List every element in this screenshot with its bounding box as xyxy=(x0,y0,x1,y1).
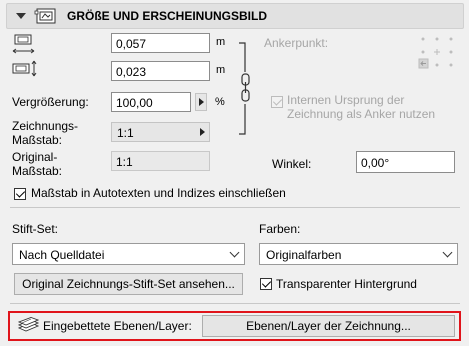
colors-value: Originalfarben xyxy=(266,248,342,262)
drawing-scale-value: 1:1 xyxy=(117,126,134,140)
embedded-layers-highlight: Eingebettete Ebenen/Layer: Ebenen/Layer … xyxy=(8,311,461,341)
divider xyxy=(10,303,460,304)
use-origin-label: Internen Ursprung der Zeichnung als Anke… xyxy=(287,93,435,121)
checkmark-icon xyxy=(15,188,26,198)
height-icon xyxy=(12,60,38,81)
use-origin-checkbox[interactable] xyxy=(271,96,283,108)
drawing-layers-button[interactable]: Ebenen/Layer der Zeichnung... xyxy=(202,315,455,337)
original-scale-label: Original- Maßstab: xyxy=(12,150,62,178)
original-scale-label-line1: Original- xyxy=(12,150,58,164)
pen-set-value: Nach Quelldatei xyxy=(19,248,105,262)
scale-in-autotext-label: Maßstab in Autotexten und Indizes einsch… xyxy=(31,186,286,200)
checkmark-icon xyxy=(272,96,283,106)
chevron-down-icon xyxy=(442,247,453,258)
scale-in-autotext-checkbox[interactable] xyxy=(14,188,26,200)
width-unit: m xyxy=(216,36,226,48)
section-header[interactable]: GRÖßE UND ERSCHEINUNGSBILD xyxy=(6,3,464,29)
arrow-right-icon xyxy=(200,128,205,136)
original-scale-label-line2: Maßstab: xyxy=(12,164,63,178)
checkmark-icon xyxy=(261,278,272,288)
divider xyxy=(10,207,460,208)
angle-field[interactable]: 0,00° xyxy=(356,151,455,173)
transparent-background-label: Transparenter Hintergrund xyxy=(276,277,417,291)
height-unit: m xyxy=(216,64,226,76)
anchor-point-label: Ankerpunkt: xyxy=(264,36,329,50)
drawing-scale-label-line1: Zeichnungs- xyxy=(12,119,79,133)
magnification-menu-button[interactable] xyxy=(195,93,207,111)
embedded-layers-label: Eingebettete Ebenen/Layer: xyxy=(43,319,192,333)
section-title: GRÖßE UND ERSCHEINUNGSBILD xyxy=(67,9,268,23)
arrow-right-icon xyxy=(199,98,204,106)
angle-label: Winkel: xyxy=(272,157,312,171)
colors-select[interactable]: Originalfarben xyxy=(259,243,458,265)
chevron-down-icon xyxy=(229,247,240,258)
drawing-scale-label-line2: Maßstab: xyxy=(12,133,63,147)
width-icon xyxy=(12,34,36,59)
drawing-frame-icon xyxy=(34,7,60,28)
chain-link-icon[interactable] xyxy=(238,42,254,139)
size-appearance-panel: GRÖßE UND ERSCHEINUNGSBILD 0,057 m 0,023… xyxy=(0,0,469,346)
view-pen-set-button[interactable]: Original Zeichnungs-Stift-Set ansehen... xyxy=(14,273,243,295)
original-scale-field: 1:1 xyxy=(111,151,210,171)
collapse-triangle-icon[interactable] xyxy=(16,13,26,19)
pen-set-label: Stift-Set: xyxy=(12,222,59,236)
use-origin-label-line2: Zeichnung als Anker nutzen xyxy=(287,107,436,121)
drawing-scale-dropdown[interactable]: 1:1 xyxy=(111,122,210,142)
width-field[interactable]: 0,057 xyxy=(111,33,210,53)
pen-set-select[interactable]: Nach Quelldatei xyxy=(12,243,245,265)
magnification-label: Vergrößerung: xyxy=(12,95,89,109)
drawing-scale-label: Zeichnungs- Maßstab: xyxy=(12,119,78,147)
magnification-unit: % xyxy=(215,96,225,108)
height-field[interactable]: 0,023 xyxy=(111,61,210,81)
colors-label: Farben: xyxy=(259,222,301,236)
magnification-field[interactable]: 100,00 xyxy=(111,92,191,112)
transparent-background-checkbox[interactable] xyxy=(260,278,272,290)
use-origin-label-line1: Internen Ursprung der xyxy=(287,93,405,107)
layers-icon xyxy=(17,317,40,336)
anchor-point-grid[interactable] xyxy=(418,36,456,77)
